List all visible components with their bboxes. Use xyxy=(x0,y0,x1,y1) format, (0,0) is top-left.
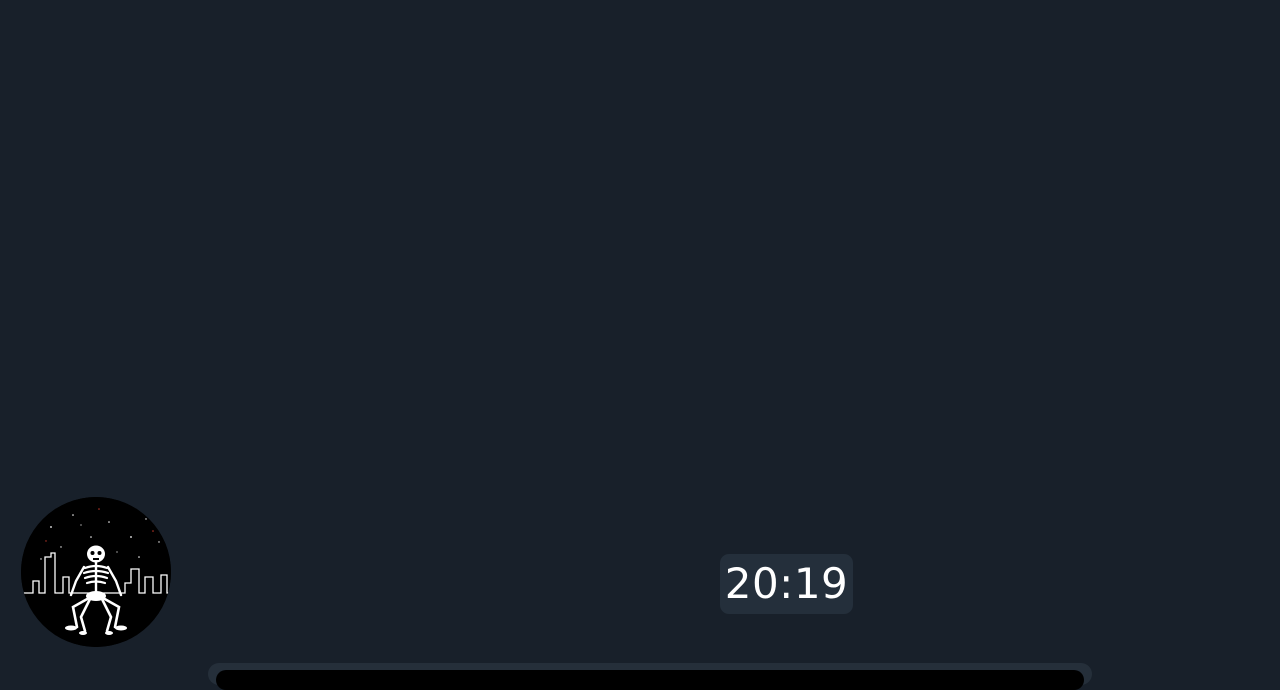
message-media-preview[interactable] xyxy=(216,670,1084,690)
message-bubble[interactable] xyxy=(208,663,1092,690)
skeleton-city-avatar-icon xyxy=(21,497,171,647)
chat-background: 20:19 xyxy=(0,0,1280,690)
sender-avatar[interactable] xyxy=(21,497,171,647)
date-time-badge: 20:19 xyxy=(720,554,853,614)
